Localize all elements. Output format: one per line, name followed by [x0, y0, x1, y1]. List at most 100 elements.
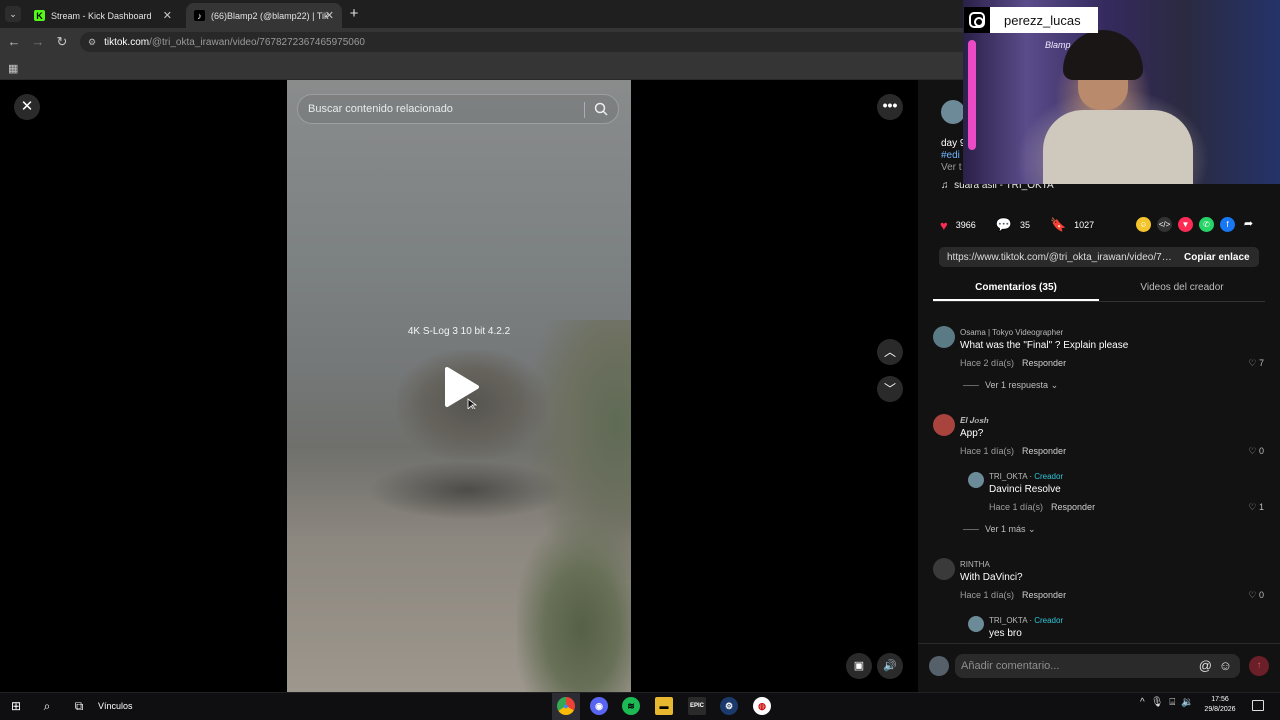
- forward-icon[interactable]: →: [30, 34, 46, 50]
- file-explorer-icon[interactable]: ▬: [655, 697, 673, 715]
- view-more-replies-button[interactable]: Ver 1 más ⌄: [963, 524, 1036, 535]
- embed-icon[interactable]: </>: [1157, 217, 1172, 232]
- related-search-input[interactable]: Buscar contenido relacionado: [297, 94, 619, 124]
- reply-text: yes bro: [989, 628, 1022, 639]
- comment-like-button[interactable]: ♡ 0: [1248, 446, 1264, 457]
- reply-username-row: TRI_OKTA · Creador: [989, 472, 1064, 481]
- comment-like-count: 0: [1258, 590, 1264, 600]
- comment-time: Hace 2 día(s): [960, 358, 1015, 368]
- author-avatar[interactable]: [941, 100, 965, 124]
- desc-line: day 9: [941, 138, 966, 149]
- volume-button[interactable]: 🔊: [877, 653, 903, 679]
- obs-icon[interactable]: ◍: [753, 697, 771, 715]
- hashtag-link[interactable]: #edi: [941, 150, 965, 162]
- share-arrow-icon[interactable]: ➦: [1241, 217, 1256, 232]
- steam-icon[interactable]: ⚙: [720, 697, 738, 715]
- reply-like-button[interactable]: ♡ 1: [1248, 502, 1264, 513]
- mention-icon[interactable]: @: [1199, 654, 1212, 678]
- save-button[interactable]: 🔖 1027: [1050, 217, 1094, 233]
- next-video-button[interactable]: ﹀: [877, 376, 903, 402]
- whatsapp-icon[interactable]: ✆: [1199, 217, 1214, 232]
- tiktok-favicon-icon: ♪: [194, 10, 205, 21]
- creator-badge: Creador: [1034, 616, 1064, 625]
- facebook-icon[interactable]: f: [1220, 217, 1235, 232]
- spotify-icon[interactable]: ≋: [622, 697, 640, 715]
- send-friends-icon[interactable]: ▼: [1178, 217, 1193, 232]
- reply-button[interactable]: Responder: [1022, 590, 1066, 600]
- tab-search-icon[interactable]: ⌄: [5, 6, 21, 22]
- epic-games-icon[interactable]: EPIC: [688, 697, 706, 715]
- tab-comments[interactable]: Comentarios (35): [933, 280, 1099, 301]
- notifications-icon[interactable]: [1252, 700, 1264, 711]
- neon-sign: Blamp: [1045, 40, 1071, 50]
- see-more-link[interactable]: Ver t: [941, 162, 965, 174]
- comment-like-button[interactable]: ♡ 0: [1248, 590, 1264, 601]
- chevron-up-icon[interactable]: ^: [1140, 697, 1145, 708]
- reply-button[interactable]: Responder: [1022, 446, 1066, 456]
- avatar[interactable]: [933, 326, 955, 348]
- avatar[interactable]: [933, 414, 955, 436]
- links-toolbar[interactable]: Vínculos: [98, 697, 133, 715]
- comment-placeholder: Añadir comentario...: [961, 660, 1060, 672]
- picture-in-picture-button[interactable]: ▣: [846, 653, 872, 679]
- close-tab-icon[interactable]: ✕: [325, 9, 334, 22]
- view-replies-label: Ver 1 respuesta: [985, 380, 1049, 390]
- reply-username[interactable]: TRI_OKTA: [989, 616, 1027, 625]
- comment-username[interactable]: RINTHA: [960, 560, 990, 569]
- view-replies-button[interactable]: Ver 1 respuesta ⌄: [963, 380, 1058, 391]
- reply-button[interactable]: Responder: [1051, 502, 1095, 512]
- back-icon[interactable]: ←: [6, 34, 22, 50]
- play-icon[interactable]: [441, 365, 481, 409]
- reply-button[interactable]: Responder: [1022, 358, 1066, 368]
- avatar[interactable]: [968, 616, 984, 632]
- tab-creator-videos[interactable]: Videos del creador: [1099, 280, 1265, 301]
- comment-username[interactable]: 𝑬𝒍 𝑱𝒐𝒔𝒉: [960, 416, 988, 426]
- send-comment-button[interactable]: ↑: [1249, 656, 1269, 676]
- reply-username[interactable]: TRI_OKTA: [989, 472, 1027, 481]
- windows-taskbar: [0, 692, 1280, 720]
- avatar[interactable]: [933, 558, 955, 580]
- emoji-icon[interactable]: ☺: [1219, 654, 1232, 678]
- tab-tiktok[interactable]: ♪ (66)Blamp2 (@blamp22) | TikTo ✕: [186, 3, 342, 28]
- new-tab-button[interactable]: +: [345, 5, 363, 23]
- video-overlay-text: 4K S-Log 3 10 bit 4.2.2: [407, 326, 511, 337]
- streamer-hair: [1063, 30, 1143, 80]
- video-rock-shadow: [367, 460, 567, 520]
- copy-link-button[interactable]: Copiar enlace: [1175, 252, 1250, 263]
- search-icon[interactable]: [593, 101, 609, 117]
- previous-video-button[interactable]: ︿: [877, 339, 903, 365]
- url-field[interactable]: ⚙ tiktok.com /@tri_okta_irawan/video/767…: [80, 32, 970, 52]
- url-site: tiktok.com: [104, 36, 150, 48]
- comment-like-count: 0: [1258, 446, 1264, 456]
- chrome-icon[interactable]: ●: [557, 697, 575, 715]
- discord-icon[interactable]: ◉: [590, 697, 608, 715]
- site-info-icon[interactable]: ⚙: [88, 37, 96, 48]
- tab-kick-dashboard[interactable]: K Stream - Kick Dashboard ✕: [26, 3, 180, 28]
- reply-like-count: 1: [1258, 502, 1264, 512]
- heart-outline-icon: ♡: [1248, 358, 1259, 368]
- instagram-handle-badge: perezz_lucas: [964, 7, 1098, 33]
- close-tab-icon[interactable]: ✕: [163, 9, 172, 22]
- streamer-body: [1043, 110, 1193, 184]
- task-view-icon[interactable]: ⧉: [71, 697, 87, 715]
- like-button[interactable]: ♥ 3966: [940, 218, 976, 233]
- close-video-button[interactable]: ✕: [14, 94, 40, 120]
- heart-outline-icon: ♡: [1248, 590, 1259, 600]
- share-link-url[interactable]: https://www.tiktok.com/@tri_okta_irawan/…: [939, 252, 1175, 263]
- comment-button[interactable]: 💬 35: [996, 217, 1030, 233]
- comment-username[interactable]: Osama | Tokyo Videographer: [960, 328, 1063, 337]
- more-options-button[interactable]: •••: [877, 94, 903, 120]
- volume-icon[interactable]: 🔉: [1181, 697, 1193, 708]
- repost-icon[interactable]: ☺: [1136, 217, 1151, 232]
- windows-start-icon[interactable]: ⊞: [8, 697, 24, 715]
- system-clock[interactable]: 17:56 29/8/2026: [1200, 695, 1240, 715]
- comment-like-button[interactable]: ♡ 7: [1248, 358, 1264, 369]
- network-icon[interactable]: ⌸: [1169, 697, 1175, 708]
- avatar[interactable]: [968, 472, 984, 488]
- search-icon[interactable]: ⌕: [39, 697, 55, 715]
- comment-input[interactable]: Añadir comentario... @ ☺: [955, 654, 1240, 678]
- reload-icon[interactable]: ↻: [54, 34, 70, 50]
- microphone-icon[interactable]: 🎙: [1151, 697, 1164, 708]
- apps-grid-icon[interactable]: ▦: [8, 62, 18, 75]
- instagram-icon: [964, 7, 990, 33]
